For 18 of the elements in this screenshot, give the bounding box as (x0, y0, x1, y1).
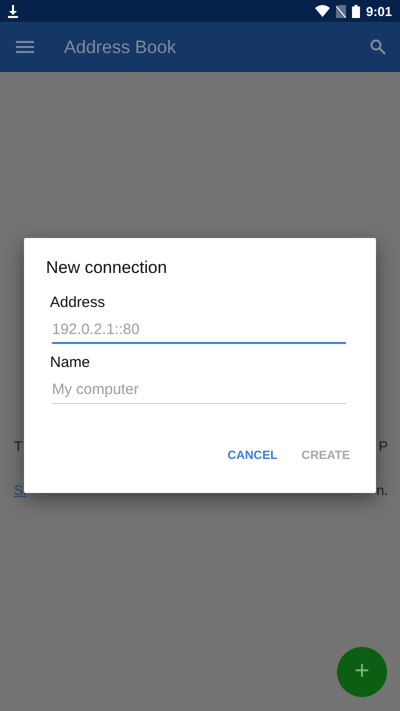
dialog-title: New connection (46, 258, 168, 278)
add-button[interactable]: + (337, 647, 387, 697)
clock: 9:01 (366, 4, 392, 18)
field-label: Address (50, 294, 106, 311)
input-field[interactable]: My computer (52, 377, 346, 404)
app-title: Address Book (64, 36, 178, 58)
wifi-icon (314, 5, 330, 17)
download-icon (8, 4, 18, 18)
search-icon[interactable] (370, 39, 386, 55)
input-field[interactable]: 192.0.2.1::80 (52, 317, 346, 344)
no-sim-icon (336, 4, 346, 18)
field-label: Name (50, 354, 92, 371)
menu-icon[interactable] (16, 41, 34, 53)
body-text: T (14, 438, 23, 454)
battery-icon (352, 4, 360, 18)
dialog-button[interactable]: CANCEL (226, 444, 280, 466)
body-text: n. (376, 482, 388, 498)
body-text: P (378, 438, 388, 454)
